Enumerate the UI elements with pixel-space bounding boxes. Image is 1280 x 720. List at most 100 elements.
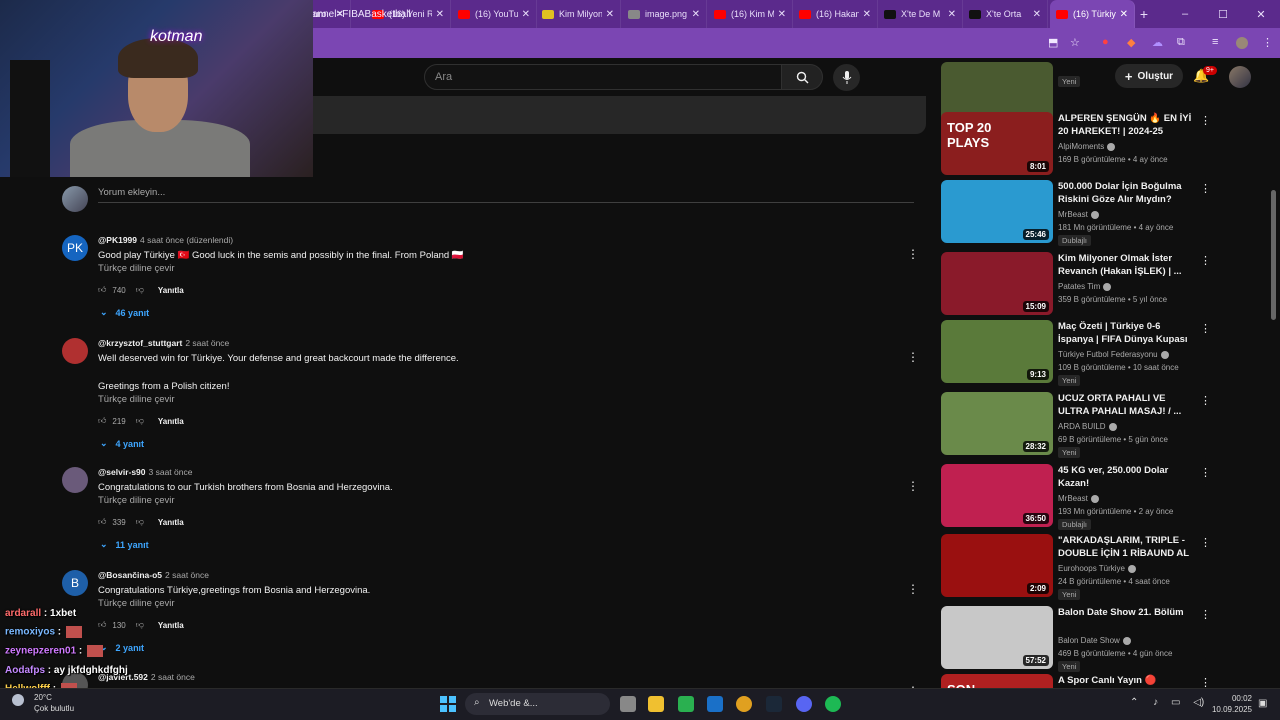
browser-tab[interactable]: (16) YouTu ✕ xyxy=(452,0,537,28)
reply-button[interactable]: Yanıtla xyxy=(158,286,184,295)
comment-avatar[interactable] xyxy=(62,338,88,364)
volume-icon[interactable]: ◁) xyxy=(1193,697,1204,708)
reply-button[interactable]: Yanıtla xyxy=(158,621,184,630)
translate-link[interactable]: Türkçe diline çevir xyxy=(98,495,175,506)
video-card[interactable]: 9:13 Maç Özeti | Türkiye 0-6 İspanya | FI… xyxy=(940,320,1220,386)
browser-tab[interactable]: X'te De M ✕ xyxy=(878,0,963,28)
profile-avatar-icon[interactable] xyxy=(1236,37,1248,49)
video-thumbnail[interactable]: 9:13 xyxy=(941,320,1053,383)
video-thumbnail[interactable]: 28:32 xyxy=(941,392,1053,455)
video-menu-icon[interactable]: ⋮ xyxy=(1200,608,1211,621)
comment-menu-icon[interactable]: ⋮ xyxy=(907,582,919,596)
video-card[interactable]: 36:50 45 KG ver, 250.000 Dolar Kazan! MrBe… xyxy=(940,464,1220,530)
task-view-icon[interactable] xyxy=(620,696,636,712)
dislike-icon[interactable]: 👎︎ xyxy=(136,285,144,295)
browser-tab[interactable]: (16) Kim M ✕ xyxy=(708,0,793,28)
video-menu-icon[interactable]: ⋮ xyxy=(1200,322,1211,335)
comment-author[interactable]: @Bosančina-o5 xyxy=(98,570,162,580)
comment-author[interactable]: @selvir-s90 xyxy=(98,467,146,477)
bookmark-star-icon[interactable]: ☆ xyxy=(1070,36,1080,49)
windows-start-icon[interactable] xyxy=(440,696,456,712)
video-card[interactable]: 25:46 500.000 Dolar İçin Boğulma Riskini … xyxy=(940,180,1220,246)
video-title[interactable]: Kim Milyoner Olmak İster Revanch (Hakan … xyxy=(1058,252,1194,278)
video-menu-icon[interactable]: ⋮ xyxy=(1200,254,1211,267)
video-thumbnail[interactable]: 15:09 xyxy=(941,252,1053,315)
tab-close-icon[interactable]: ✕ xyxy=(606,9,614,20)
reply-button[interactable]: Yanıtla xyxy=(158,417,184,426)
video-title[interactable]: Maç Özeti | Türkiye 0-6 İspanya | FIFA D… xyxy=(1058,320,1194,346)
like-icon[interactable]: 👍︎ xyxy=(98,416,106,426)
dislike-icon[interactable]: 👎︎ xyxy=(136,416,144,426)
taskbar-search[interactable]: ⌕ Web'de &... xyxy=(465,693,610,715)
file-explorer-icon[interactable] xyxy=(648,696,664,712)
video-menu-icon[interactable]: ⋮ xyxy=(1200,536,1211,549)
extensions-puzzle-icon[interactable]: ⧉ xyxy=(1177,36,1185,49)
video-card[interactable]: 15:09 Kim Milyoner Olmak İster Revanch (H… xyxy=(940,252,1220,318)
url-field[interactable]: annel=FIBABasketball xyxy=(312,9,411,20)
notification-center-icon[interactable]: ▣ xyxy=(1258,698,1267,709)
comment-menu-icon[interactable]: ⋮ xyxy=(907,479,919,493)
video-thumbnail[interactable]: 36:50 xyxy=(941,464,1053,527)
tab-close-icon[interactable]: ✕ xyxy=(863,9,871,20)
video-card[interactable]: TOP 20 PLAYS 8:01 ALPEREN ŞENGÜN 🔥 EN İYİ … xyxy=(940,112,1220,178)
network-icon[interactable]: ▭ xyxy=(1171,697,1180,708)
browser-tab[interactable]: Kim Milyon ✕ xyxy=(536,0,621,28)
tab-close-icon[interactable]: ✕ xyxy=(436,9,444,20)
video-title[interactable]: ALPEREN ŞENGÜN 🔥 EN İYİ 20 HAREKET! | 20… xyxy=(1058,112,1194,138)
taskbar-clock[interactable]: 00:02 10.09.2025 xyxy=(1208,693,1252,715)
video-thumbnail[interactable]: 2:09 xyxy=(941,534,1053,597)
video-channel[interactable]: MrBeast xyxy=(1058,494,1099,503)
video-channel[interactable]: Patates Tim xyxy=(1058,282,1112,291)
video-channel[interactable]: Eurohoops Türkiye xyxy=(1058,564,1136,573)
video-channel[interactable]: AlpiMoments xyxy=(1058,142,1116,151)
add-comment-input[interactable]: Yorum ekleyin... xyxy=(98,187,165,198)
system-tray[interactable]: ⌃ ♪ ▭ ◁) xyxy=(1130,697,1204,708)
page-scrollbar[interactable] xyxy=(1271,190,1276,320)
chevron-up-icon[interactable]: ⌃ xyxy=(1130,697,1138,708)
video-title[interactable]: 500.000 Dolar İçin Boğulma Riskini Göze … xyxy=(1058,180,1194,206)
video-title[interactable]: A Spor Canlı Yayın 🔴 xyxy=(1058,674,1194,687)
video-channel[interactable]: ARDA BUILD xyxy=(1058,422,1117,431)
account-avatar[interactable] xyxy=(1229,66,1251,88)
comment-author[interactable]: @PK1999 xyxy=(98,235,137,245)
steam-icon[interactable] xyxy=(766,696,782,712)
comment-menu-icon[interactable]: ⋮ xyxy=(907,350,919,364)
minimize-button[interactable]: – xyxy=(1166,8,1204,20)
tab-close-icon[interactable]: ✕ xyxy=(778,9,786,20)
video-menu-icon[interactable]: ⋮ xyxy=(1200,114,1211,127)
video-thumbnail[interactable]: 25:46 xyxy=(941,180,1053,243)
view-replies-button[interactable]: ⌄ 11 yanıt xyxy=(100,539,149,550)
video-menu-icon[interactable]: ⋮ xyxy=(1200,466,1211,479)
store-icon[interactable] xyxy=(678,696,694,712)
video-channel[interactable]: Türkiye Futbol Federasyonu xyxy=(1058,350,1169,359)
video-title[interactable]: UCUZ ORTA PAHALI VE ULTRA PAHALI MASAJ! … xyxy=(1058,392,1194,418)
dislike-icon[interactable]: 👎︎ xyxy=(136,517,144,527)
spotify-icon[interactable] xyxy=(825,696,841,712)
maximize-button[interactable]: ☐ xyxy=(1204,8,1242,21)
extension-record-icon[interactable]: ● xyxy=(1102,36,1109,48)
discord-icon[interactable] xyxy=(796,696,812,712)
outlook-icon[interactable] xyxy=(707,696,723,712)
video-title[interactable]: Balon Date Show 21. Bölüm xyxy=(1058,606,1194,619)
browser-tab[interactable]: X'te Orta ✕ xyxy=(963,0,1048,28)
search-input[interactable]: Ara xyxy=(424,64,782,90)
extension-cloud-icon[interactable]: ☁ xyxy=(1152,36,1163,49)
view-replies-button[interactable]: ⌄ 46 yanıt xyxy=(100,307,149,318)
video-thumbnail[interactable]: 57:52 xyxy=(941,606,1053,669)
browser-tab[interactable]: (16) Hakan ✕ xyxy=(793,0,878,28)
tab-close-icon[interactable]: ✕ xyxy=(948,9,956,20)
browser-tab[interactable]: (16) Türkiy ✕ xyxy=(1050,0,1135,28)
like-icon[interactable]: 👍︎ xyxy=(98,517,106,527)
voice-search-button[interactable] xyxy=(833,64,860,91)
like-icon[interactable]: 👍︎ xyxy=(98,285,106,295)
weather-widget[interactable]: 20°C Çok bulutlu xyxy=(8,692,74,714)
video-channel[interactable]: MrBeast xyxy=(1058,210,1099,219)
comment-avatar[interactable]: PK xyxy=(62,235,88,261)
translate-link[interactable]: Türkçe diline çevir xyxy=(98,263,175,274)
video-card[interactable]: 2:09 "ARKADAŞLARIM, TRIPLE - DOUBLE İÇİN … xyxy=(940,534,1220,600)
video-menu-icon[interactable]: ⋮ xyxy=(1200,394,1211,407)
tab-close-icon[interactable]: ✕ xyxy=(1120,9,1128,20)
tab-close-icon[interactable]: ✕ xyxy=(692,9,700,20)
reply-button[interactable]: Yanıtla xyxy=(158,518,184,527)
video-thumbnail[interactable]: TOP 20 PLAYS 8:01 xyxy=(941,112,1053,175)
